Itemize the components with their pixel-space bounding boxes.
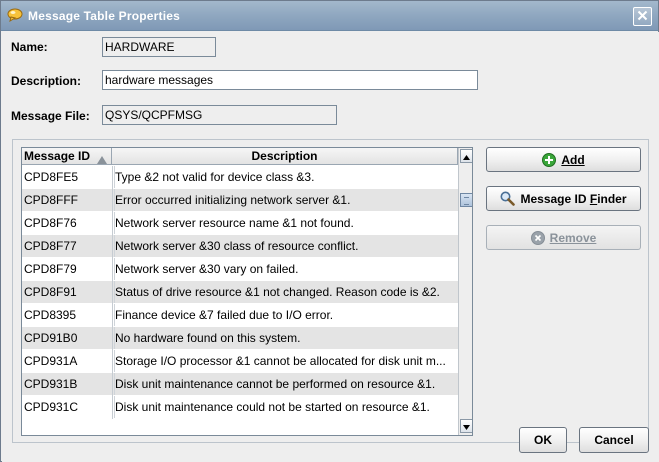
vertical-scrollbar[interactable] [458, 148, 472, 435]
table-row[interactable]: CPD8F77 Network server &30 class of reso… [22, 235, 458, 258]
cancel-button-label: Cancel [594, 433, 634, 447]
name-field: HARDWARE [102, 37, 216, 57]
scroll-up-button[interactable] [460, 149, 472, 163]
magnifier-icon [500, 191, 516, 206]
cancel-button[interactable]: Cancel [579, 427, 649, 453]
finder-label-mnemonic: F [589, 191, 598, 206]
message-id-cell: CPD8F91 [24, 285, 77, 299]
column-header-label: Message ID [24, 149, 91, 163]
scroll-thumb[interactable] [460, 193, 472, 207]
name-label: Name: [11, 40, 48, 54]
title-bar[interactable]: Message Table Properties [1, 1, 658, 31]
description-cell: Type &2 not valid for device class &3. [114, 166, 456, 188]
description-cell: Status of drive resource &1 not changed.… [114, 281, 456, 303]
close-icon [637, 10, 648, 24]
table-row[interactable]: CPD8395 Finance device &7 failed due to … [22, 304, 458, 327]
ok-button-label: OK [534, 433, 552, 447]
description-cell: Disk unit maintenance could not be start… [114, 396, 456, 418]
add-button[interactable]: Add [486, 147, 641, 172]
table-header: Message ID Description [22, 148, 458, 165]
arrow-down-icon [463, 419, 470, 433]
message-id-cell: CPD931A [24, 354, 78, 368]
remove-icon [530, 230, 545, 245]
dialog-window: Message Table Properties Name: HARDWARE … [0, 0, 659, 462]
table-row[interactable]: CPD8F76 Network server resource name &1 … [22, 212, 458, 235]
add-button-label: Add [561, 152, 585, 167]
arrow-up-icon [463, 149, 470, 163]
scroll-down-button[interactable] [460, 419, 472, 433]
table-body: CPD8FE5 Type &2 not valid for device cla… [22, 166, 458, 435]
message-id-cell: CPD8FE5 [24, 170, 79, 184]
message-id-cell: CPD8F79 [24, 262, 77, 276]
message-id-finder-button[interactable]: Message ID Finder [486, 186, 641, 211]
sort-ascending-icon [97, 152, 107, 164]
description-input[interactable]: hardware messages [102, 70, 478, 90]
description-cell: Network server &30 vary on failed. [114, 258, 456, 280]
add-icon [542, 152, 557, 167]
table-row[interactable]: CPD8F79 Network server &30 vary on faile… [22, 258, 458, 281]
description-cell: Finance device &7 failed due to I/O erro… [114, 304, 456, 326]
close-button[interactable] [633, 7, 652, 26]
message-id-cell: CPD91B0 [24, 331, 78, 345]
table-row[interactable]: CPD8F91 Status of drive resource &1 not … [22, 281, 458, 304]
table-row[interactable]: CPD931C Disk unit maintenance could not … [22, 396, 458, 419]
remove-button[interactable]: Remove [486, 225, 641, 250]
table-row[interactable]: CPD91B0 No hardware found on this system… [22, 327, 458, 350]
finder-label-suffix: inder [597, 191, 627, 206]
ok-button[interactable]: OK [519, 427, 567, 453]
description-cell: No hardware found on this system. [114, 327, 456, 349]
message-file-field: QSYS/QCPFMSG [102, 105, 337, 125]
message-id-cell: CPD8F77 [24, 239, 77, 253]
dialog-content: Name: HARDWARE Description: hardware mes… [2, 32, 659, 462]
message-table: Message ID Description CPD8FE5 Type &2 n… [21, 147, 473, 436]
message-id-cell: CPD8FFF [24, 193, 78, 207]
description-cell: Disk unit maintenance cannot be performe… [114, 373, 456, 395]
description-label: Description: [11, 74, 82, 88]
description-cell: Storage I/O processor &1 cannot be alloc… [114, 350, 456, 372]
message-id-cell: CPD8F76 [24, 216, 77, 230]
table-row[interactable]: CPD931B Disk unit maintenance cannot be … [22, 373, 458, 396]
window-title: Message Table Properties [28, 9, 180, 23]
message-id-cell: CPD8395 [24, 308, 77, 322]
table-row[interactable]: CPD8FFF Error occurred initializing netw… [22, 189, 458, 212]
column-header-description[interactable]: Description [112, 148, 458, 165]
description-cell: Network server &30 class of resource con… [114, 235, 456, 257]
finder-label-prefix: Message ID [520, 191, 590, 206]
remove-button-label: Remove [549, 230, 597, 245]
table-row[interactable]: CPD931A Storage I/O processor &1 cannot … [22, 350, 458, 373]
description-cell: Error occurred initializing network serv… [114, 189, 456, 211]
description-cell: Network server resource name &1 not foun… [114, 212, 456, 234]
message-file-label: Message File: [11, 109, 90, 123]
message-id-cell: CPD931B [24, 377, 78, 391]
table-row[interactable]: CPD8FE5 Type &2 not valid for device cla… [22, 166, 458, 189]
speech-bubble-icon [7, 8, 23, 23]
column-header-message-id[interactable]: Message ID [22, 148, 112, 165]
message-id-cell: CPD931C [24, 400, 79, 414]
